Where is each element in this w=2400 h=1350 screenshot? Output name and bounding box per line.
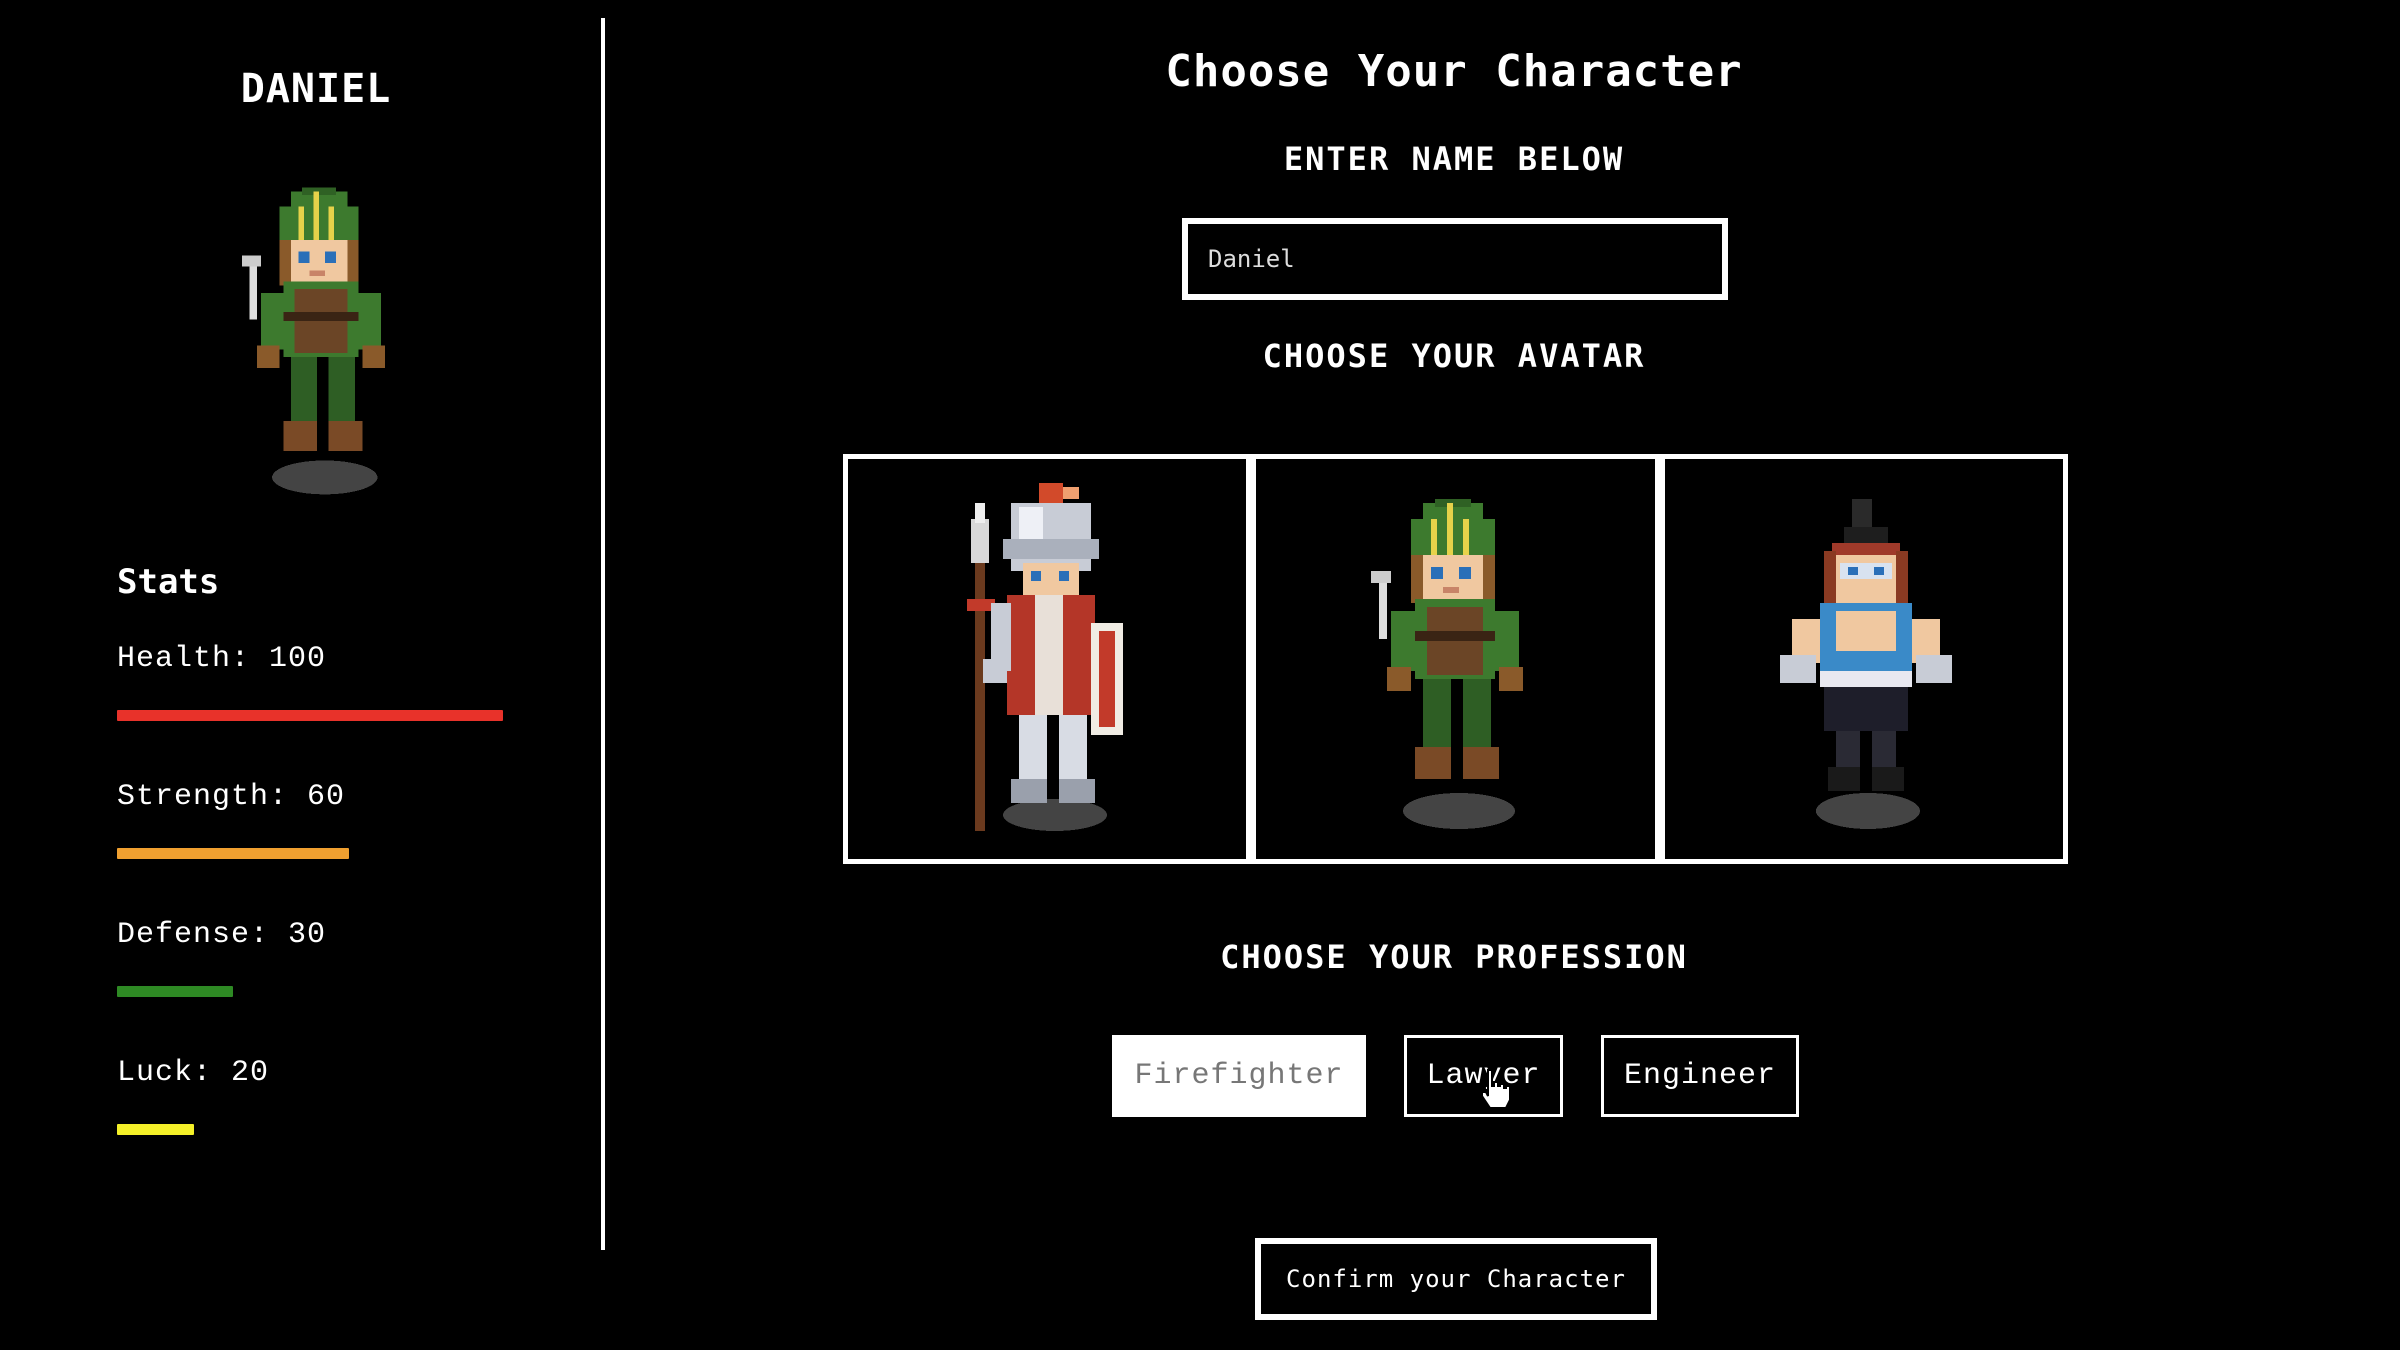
stat-strength-label: Strength: 60 <box>117 780 346 814</box>
stat-strength: Strength: 60 <box>117 780 537 859</box>
page-title: Choose Your Character <box>1165 46 1743 97</box>
avatar-heading: CHOOSE YOUR AVATAR <box>1262 337 1646 375</box>
profession-heading: CHOOSE YOUR PROFESSION <box>1220 938 1688 976</box>
name-input[interactable] <box>1182 218 1728 300</box>
warrior-avatar <box>1779 499 1952 829</box>
name-heading: ENTER NAME BELOW <box>1283 140 1625 178</box>
avatar-option-ranger[interactable] <box>1246 459 1655 859</box>
avatar-picker <box>843 454 2068 864</box>
stat-health-bar <box>117 710 503 721</box>
stat-defense-bar <box>117 986 233 997</box>
avatar-option-knight[interactable] <box>848 459 1247 859</box>
stat-defense: Defense: 30 <box>117 918 537 997</box>
knight-avatar <box>967 483 1124 831</box>
ranger-avatar <box>1371 499 1524 829</box>
stat-strength-bar <box>117 848 349 859</box>
stat-defense-label: Defense: 30 <box>117 918 327 952</box>
avatar-option-warrior[interactable] <box>1654 459 2063 859</box>
stat-health-label: Health: 100 <box>117 642 327 676</box>
profession-engineer-button[interactable]: Engineer <box>1601 1035 1799 1117</box>
character-creator: DANIEL Stats Health: 100 Strength: 60 De… <box>0 0 2400 1350</box>
pointer-hand-icon <box>1481 1069 1511 1109</box>
stat-health: Health: 100 <box>117 642 537 721</box>
character-summary-panel: DANIEL Stats Health: 100 Strength: 60 De… <box>0 0 600 1350</box>
player-name: DANIEL <box>240 66 392 112</box>
ranger-avatar-preview <box>241 187 385 495</box>
stat-luck-bar <box>117 1124 194 1135</box>
profession-firefighter-button[interactable]: Firefighter <box>1112 1035 1366 1117</box>
profession-options: Firefighter Lawyer Engineer <box>0 1035 2400 1117</box>
confirm-character-button[interactable]: Confirm your Character <box>1255 1238 1657 1320</box>
stats-heading: Stats <box>117 562 220 602</box>
